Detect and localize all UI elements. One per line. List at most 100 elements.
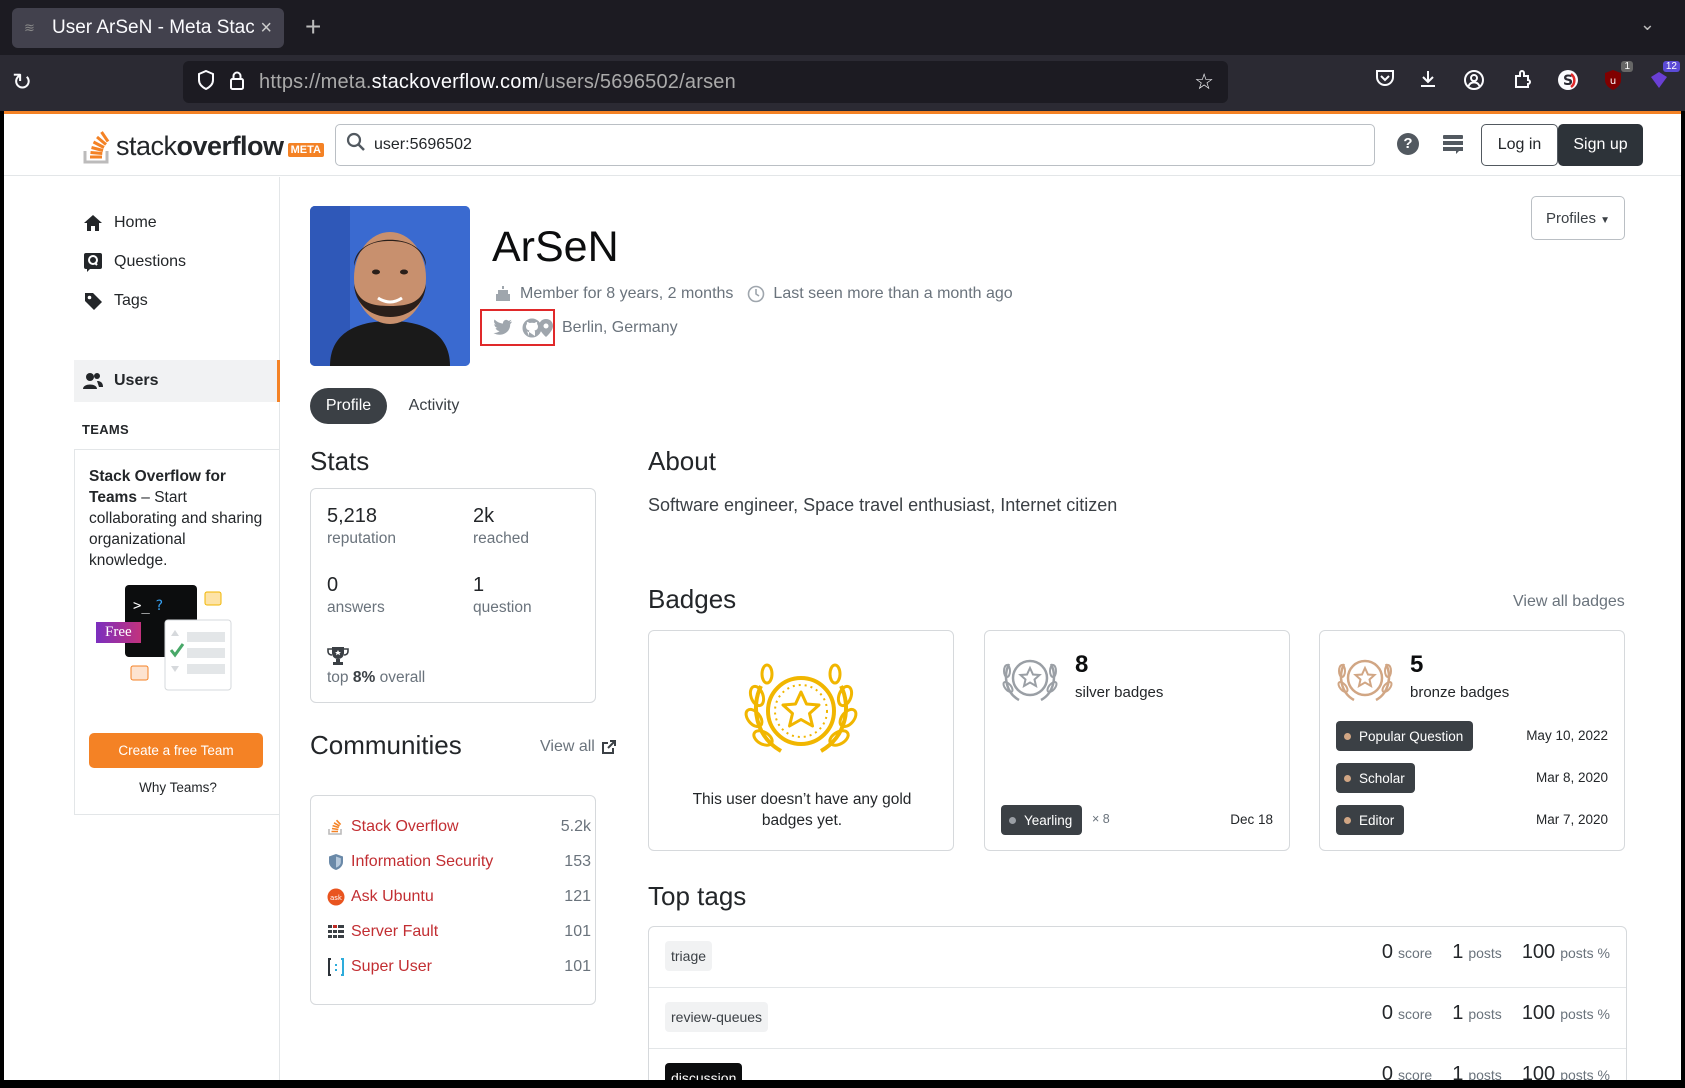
new-tab-icon[interactable]: + (305, 12, 321, 42)
bronze-dot-icon (1344, 816, 1351, 824)
login-button[interactable]: Log in (1481, 124, 1558, 166)
stats-card: 5,218 reputation 2k reached 0 answers 1 ques… (310, 488, 596, 703)
community-row[interactable]: Information Security 153 (327, 853, 591, 871)
svg-text:?: ? (155, 598, 163, 614)
questions-icon (84, 253, 102, 272)
user-name: ArSeN (492, 223, 619, 271)
address-bar[interactable]: https://meta.stackoverflow.com/users/569… (183, 61, 1228, 103)
top-tags-card: triage 0 score 1 posts 100 posts % review-q… (648, 926, 1627, 1080)
search-icon (346, 132, 366, 158)
infosec-site-icon (329, 854, 343, 870)
twitter-icon[interactable] (493, 319, 513, 336)
extensions-icon[interactable] (1513, 69, 1533, 95)
why-teams-link[interactable]: Why Teams? (75, 780, 281, 795)
member-for: Member for 8 years, 2 months (520, 285, 734, 302)
top-tag-row: review-queues 0 score 1 posts 100 posts % (649, 988, 1626, 1049)
account-icon[interactable] (1463, 69, 1485, 97)
user-location: Berlin, Germany (562, 319, 678, 336)
gold-badge-wreath-icon (744, 663, 858, 753)
user-meta-row: Member for 8 years, 2 months Last seen m… (494, 285, 1013, 303)
ublock-icon[interactable]: u 1 (1603, 61, 1633, 97)
last-seen: Last seen more than a month ago (773, 285, 1013, 302)
community-row[interactable]: Super User 101 (327, 958, 591, 976)
bronze-dot-icon (1344, 774, 1351, 782)
badge-multiplier: × 8 (1092, 812, 1110, 826)
chevron-down-icon[interactable]: ⌄ (1640, 14, 1655, 35)
silver-dot-icon (1009, 816, 1016, 824)
stackexchange-menu-icon[interactable] (1442, 134, 1464, 154)
badge-pill-scholar[interactable]: Scholar (1336, 763, 1415, 793)
bronze-label: bronze badges (1410, 684, 1510, 701)
tag-chip[interactable]: triage (665, 941, 713, 971)
stackoverflow-site-icon (328, 819, 342, 835)
top-tag-row: discussion 0 score 1 posts 100 posts % (649, 1049, 1626, 1080)
extension-badge: 12 (1662, 61, 1680, 72)
bronze-count: 5 (1410, 651, 1424, 678)
close-tab-icon[interactable]: × (260, 17, 272, 40)
search-box[interactable] (335, 124, 1375, 166)
top-tags-heading: Top tags (648, 881, 747, 911)
extension-s-icon[interactable]: S (1557, 69, 1579, 97)
bronze-dot-icon (1344, 732, 1351, 740)
home-icon (84, 215, 102, 231)
community-row[interactable]: Server Fault 101 (327, 923, 591, 941)
superuser-site-icon (328, 958, 344, 976)
reload-icon[interactable]: ↻ (12, 68, 32, 97)
extension-purple-icon[interactable]: 12 (1648, 61, 1680, 97)
browser-tabbar: ≋ User ArSeN - Meta Stack × + ⌄ (0, 0, 1685, 55)
search-input[interactable] (374, 136, 1364, 154)
communities-heading: Communities (310, 730, 462, 760)
tab-profile[interactable]: Profile (310, 388, 387, 424)
stat-reached: 2k reached (473, 505, 530, 547)
left-sidebar: Home Questions Tags Users TEAMS Stack Ov… (4, 177, 280, 1080)
silver-count: 8 (1075, 651, 1089, 678)
tag-icon (85, 293, 102, 310)
communities-view-all[interactable]: View all (540, 738, 617, 756)
download-icon[interactable] (1418, 69, 1438, 95)
location-row: Berlin, Germany (538, 318, 678, 338)
shield-icon[interactable] (197, 69, 215, 95)
lock-icon[interactable] (229, 70, 245, 95)
badges-heading: Badges (648, 584, 737, 614)
badges-view-all[interactable]: View all badges (1513, 593, 1625, 611)
badge-pill-editor[interactable]: Editor (1336, 805, 1405, 835)
tag-stats: 0 score 1 posts 100 posts % (1381, 1002, 1610, 1024)
teams-promo-text: Stack Overflow for Teams – Start collabo… (89, 468, 263, 569)
tag-chip[interactable]: discussion (665, 1063, 743, 1080)
community-row[interactable]: Stack Overflow 5.2k (327, 818, 591, 836)
silver-badges-card: 8 silver badges Yearling × 8 Dec 18 (984, 630, 1290, 851)
browser-tab[interactable]: ≋ User ArSeN - Meta Stack × (12, 8, 284, 48)
tab-activity[interactable]: Activity (399, 388, 469, 424)
profiles-dropdown[interactable]: Profiles ▼ (1531, 196, 1625, 240)
badge-pill-yearling[interactable]: Yearling (1001, 805, 1083, 835)
stackoverflow-logo-icon (83, 131, 110, 164)
tag-chip[interactable]: review-queues (665, 1002, 769, 1032)
site-header: stackoverflow META ? Log in Sign up (4, 111, 1681, 176)
tag-stats: 0 score 1 posts 100 posts % (1381, 941, 1610, 963)
silver-label: silver badges (1075, 684, 1164, 701)
logo-text: stackoverflow (116, 130, 284, 161)
sidebar-item-home[interactable]: Home (82, 212, 157, 234)
trophy-icon (327, 647, 349, 665)
cake-icon (496, 286, 510, 301)
teams-promo: Stack Overflow for Teams – Start collabo… (74, 449, 280, 815)
badge-pill-popular-question[interactable]: Popular Question (1336, 721, 1474, 751)
site-logo[interactable]: stackoverflow META (82, 124, 324, 168)
help-icon[interactable]: ? (1397, 133, 1419, 155)
bookmark-star-icon[interactable]: ☆ (1194, 69, 1214, 95)
signup-button[interactable]: Sign up (1558, 124, 1643, 166)
sidebar-item-questions[interactable]: Questions (82, 251, 186, 273)
sidebar-item-users[interactable]: Users (74, 360, 280, 402)
pocket-icon[interactable] (1375, 69, 1395, 93)
stat-questions: 1 question (473, 574, 532, 616)
create-team-button[interactable]: Create a free Team (89, 733, 263, 768)
page-content: stackoverflow META ? Log in Sign up Home… (4, 111, 1681, 1080)
svg-text:u: u (1610, 76, 1616, 87)
askubuntu-site-icon: ask (327, 888, 345, 906)
community-row[interactable]: ask Ask Ubuntu 121 (327, 888, 591, 906)
user-avatar[interactable] (310, 206, 470, 366)
users-icon (83, 373, 103, 389)
sidebar-item-tags[interactable]: Tags (82, 290, 148, 312)
top-tag-row: triage 0 score 1 posts 100 posts % (649, 927, 1626, 988)
about-text: Software engineer, Space travel enthusia… (648, 495, 1118, 515)
